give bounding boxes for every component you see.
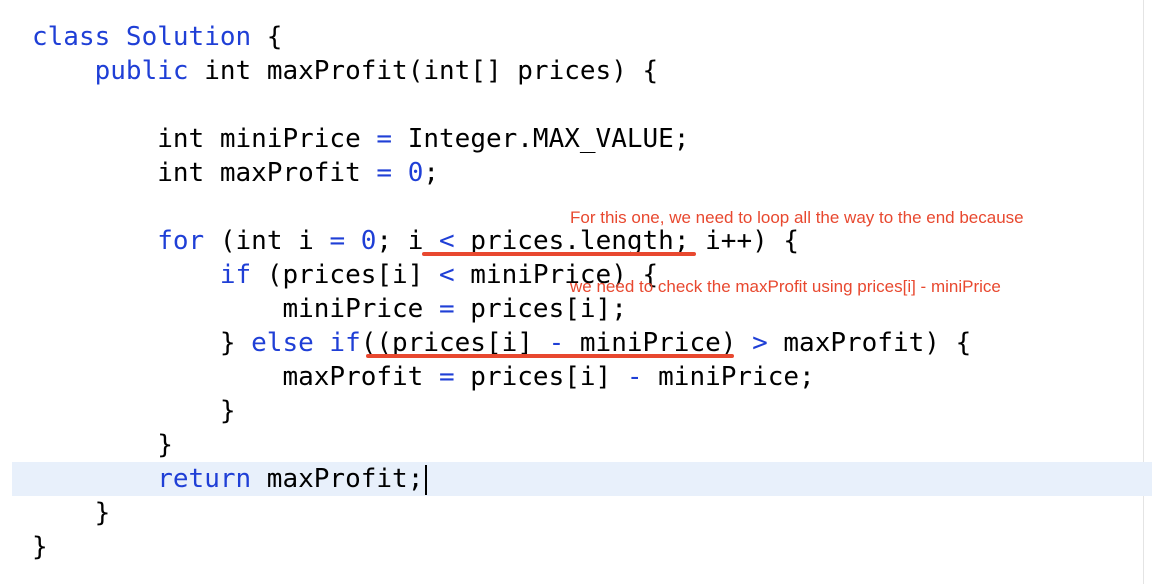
- code-operator: =: [329, 226, 346, 256]
- code-line[interactable]: int maxProfit = 0;: [32, 156, 439, 190]
- code-token: (int i: [204, 226, 330, 256]
- code-line[interactable]: }: [32, 394, 236, 428]
- code-line[interactable]: }: [32, 496, 111, 530]
- code-token: maxProfit: [282, 362, 439, 392]
- code-keyword: Solution: [125, 22, 252, 52]
- code-keyword: if: [219, 260, 252, 290]
- code-operator: =: [376, 124, 393, 154]
- annotation-note: For this one, we need to loop all the wa…: [570, 160, 1024, 344]
- annotation-line-2: we need to check the maxProfit using pri…: [570, 277, 1001, 296]
- code-token: miniPrice: [282, 294, 439, 324]
- code-keyword: return: [157, 464, 252, 494]
- annotation-underline-difference: [366, 354, 734, 358]
- code-line[interactable]: return maxProfit;: [32, 462, 428, 496]
- code-token: (prices[i]: [251, 260, 439, 290]
- code-keyword: for: [157, 226, 205, 256]
- code-keyword: else if: [251, 328, 361, 358]
- code-number: 0: [360, 226, 377, 256]
- code-keyword: public: [94, 56, 205, 86]
- code-token: {: [251, 22, 283, 52]
- code-token: }: [32, 532, 48, 562]
- code-line[interactable]: miniPrice = prices[i];: [32, 292, 626, 326]
- code-token: }: [94, 498, 111, 528]
- code-token: }: [157, 430, 173, 460]
- code-operator: =: [439, 294, 455, 324]
- code-line[interactable]: if (prices[i] < miniPrice) {: [32, 258, 658, 292]
- annotation-line-1: For this one, we need to loop all the wa…: [570, 208, 1024, 227]
- code-token: Integer.MAX_VALUE;: [392, 124, 690, 154]
- code-number: 0: [407, 158, 424, 188]
- code-line[interactable]: maxProfit = prices[i] - miniPrice;: [32, 360, 815, 394]
- code-token: maxProfit;: [251, 464, 424, 494]
- code-line[interactable]: class Solution {: [32, 20, 282, 54]
- code-token: int miniPrice: [157, 124, 377, 154]
- code-token: }: [219, 396, 236, 426]
- code-editor[interactable]: class Solution { public int maxProfit(in…: [0, 0, 1152, 584]
- code-token: ;: [423, 158, 440, 188]
- code-token: miniPrice;: [642, 362, 815, 392]
- code-keyword: class: [32, 22, 126, 52]
- code-token: prices[i]: [454, 362, 627, 392]
- code-operator: <: [439, 260, 455, 290]
- text-cursor: [425, 464, 428, 495]
- editor-right-border: [1143, 0, 1144, 584]
- code-token: int maxProfit(int[] prices) {: [204, 56, 659, 86]
- code-line[interactable]: int miniPrice = Integer.MAX_VALUE;: [32, 122, 689, 156]
- code-operator: -: [626, 362, 643, 392]
- code-line[interactable]: public int maxProfit(int[] prices) {: [32, 54, 659, 88]
- code-operator: =: [439, 362, 455, 392]
- code-operator: =: [376, 158, 393, 188]
- code-token: int maxProfit: [157, 158, 377, 188]
- code-token: }: [219, 328, 252, 358]
- code-line[interactable]: }: [32, 530, 48, 564]
- code-line[interactable]: }: [32, 428, 173, 462]
